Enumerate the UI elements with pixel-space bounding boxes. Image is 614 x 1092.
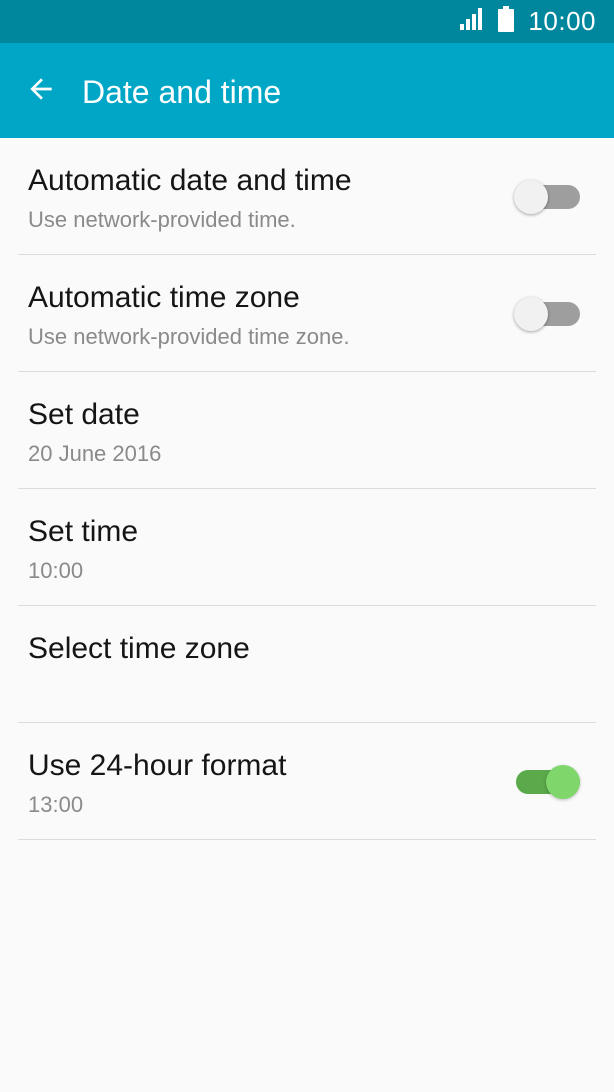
signal-icon (460, 8, 484, 35)
setting-title: Set time (28, 515, 139, 548)
setting-title: Automatic time zone (28, 281, 300, 314)
toggle-thumb (514, 180, 548, 214)
setting-subtitle: Use network-provided time. (28, 207, 296, 232)
settings-list: Automatic date and time Use network-prov… (0, 138, 614, 840)
back-button[interactable] (22, 72, 60, 110)
setting-title: Automatic date and time (28, 164, 352, 197)
status-icons: 10:00 (460, 0, 596, 43)
battery-icon (498, 6, 515, 37)
page-title: Date and time (82, 74, 282, 110)
setting-subtitle: 20 June 2016 (28, 441, 162, 466)
setting-subtitle: 10:00 (28, 558, 84, 583)
automatic-time-zone-toggle[interactable] (514, 297, 580, 331)
setting-24-hour-format[interactable]: Use 24-hour format 13:00 (18, 723, 596, 840)
setting-automatic-time-zone[interactable]: Automatic time zone Use network-provided… (18, 255, 596, 372)
automatic-date-time-toggle[interactable] (514, 180, 580, 214)
setting-title: Use 24-hour format (28, 749, 287, 782)
toggle-thumb (546, 765, 580, 799)
24-hour-format-toggle[interactable] (516, 765, 580, 799)
app-bar: Date and time (0, 43, 614, 138)
arrow-left-icon (25, 73, 57, 110)
setting-title: Set date (28, 398, 140, 431)
setting-automatic-date-time[interactable]: Automatic date and time Use network-prov… (18, 138, 596, 255)
setting-select-time-zone[interactable]: Select time zone (18, 606, 596, 723)
status-time: 10:00 (528, 6, 596, 36)
setting-subtitle: Use network-provided time zone. (28, 324, 350, 349)
setting-set-date[interactable]: Set date 20 June 2016 (18, 372, 596, 489)
toggle-thumb (514, 297, 548, 331)
status-bar: 10:00 (0, 0, 614, 43)
setting-set-time[interactable]: Set time 10:00 (18, 489, 596, 606)
setting-subtitle: 13:00 (28, 792, 84, 817)
setting-title: Select time zone (28, 632, 250, 665)
